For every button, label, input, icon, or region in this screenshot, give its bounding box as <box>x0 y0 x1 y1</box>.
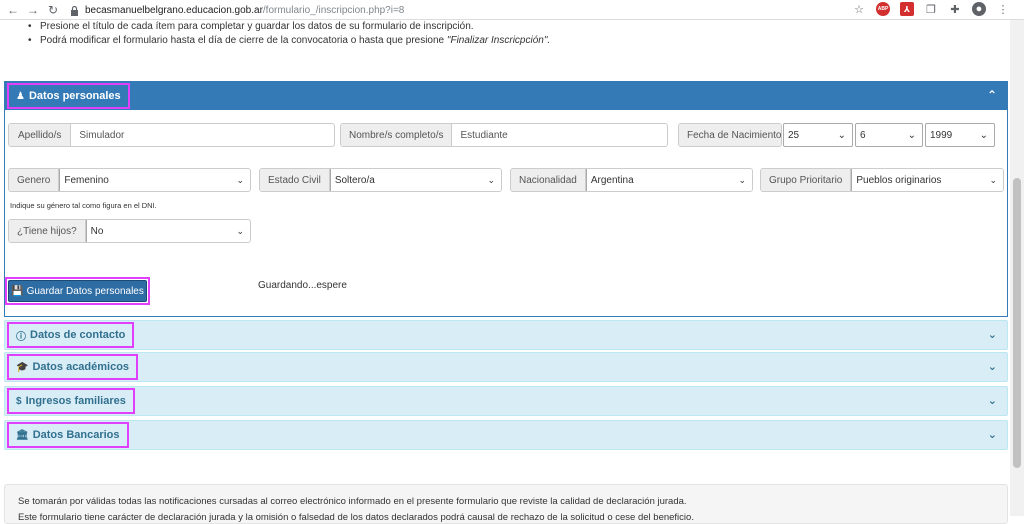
grupo-prioritario-group: Grupo Prioritario Pueblos originarios ⌄ <box>760 168 1004 192</box>
nacionalidad-label: Nacionalidad <box>511 169 586 191</box>
nombre-group: Nombre/s completo/s Estudiante <box>340 123 668 147</box>
money-icon: $ <box>16 395 22 407</box>
graduation-cap-icon: 🎓 <box>16 361 29 373</box>
chevron-down-icon: ⌄ <box>837 129 846 141</box>
panel-heading-datos-personales[interactable]: ♟ Datos personales ⌃ <box>5 82 1007 110</box>
finalize-emphasis: "Finalizar Inscricpción". <box>446 35 551 46</box>
apellido-input[interactable]: Simulador <box>71 124 334 146</box>
panel-datos-academicos[interactable]: 🎓 Datos académicos ⌄ <box>4 352 1008 382</box>
pdf-extension-icon[interactable]: ⅄ <box>900 2 914 16</box>
bank-icon: 🏛 <box>16 429 29 441</box>
page-scrollbar[interactable] <box>1010 20 1024 516</box>
adblock-icon[interactable]: ABP <box>876 2 890 16</box>
fecha-label: Fecha de Nacimiento <box>679 124 781 146</box>
copy-extension-icon[interactable]: ❐ <box>924 2 938 16</box>
hijos-select[interactable]: No ⌄ <box>85 220 250 242</box>
save-personal-button[interactable]: 💾 Guardar Datos personales <box>8 280 147 302</box>
panel-datos-personales: ♟ Datos personales ⌃ <box>4 81 1008 317</box>
scrollbar-thumb[interactable] <box>1013 178 1021 468</box>
panel-title-ingresos[interactable]: $ Ingresos familiares <box>7 388 135 414</box>
legal-notice-line: Se tomarán por válidas todas las notific… <box>18 496 687 507</box>
chevron-down-icon: ⌄ <box>907 129 916 141</box>
instruction-item: Presione el título de cada ítem para com… <box>28 20 968 34</box>
profile-avatar-icon[interactable]: ● <box>972 2 986 16</box>
nombre-label: Nombre/s completo/s <box>341 124 453 146</box>
extensions-puzzle-icon[interactable]: ✚ <box>948 2 962 16</box>
forward-icon[interactable]: → <box>26 3 40 17</box>
estado-civil-label: Estado Civil <box>260 169 330 191</box>
chevron-down-icon[interactable]: ⌄ <box>988 328 997 341</box>
panel-title[interactable]: ♟ Datos personales <box>7 83 130 109</box>
hijos-group: ¿Tiene hijos? No ⌄ <box>8 219 251 243</box>
birth-year-select[interactable]: 1999 ⌄ <box>925 123 995 147</box>
genero-label: Genero <box>9 169 60 191</box>
menu-kebab-icon[interactable]: ⋮ <box>996 2 1010 16</box>
fecha-group: Fecha de Nacimiento <box>678 123 782 147</box>
chevron-down-icon[interactable]: ⌄ <box>988 428 997 441</box>
floppy-disk-icon: 💾 <box>11 285 24 297</box>
birth-month-select[interactable]: 6 ⌄ <box>855 123 923 147</box>
save-button-highlight: 💾 Guardar Datos personales <box>5 277 150 305</box>
estado-civil-select[interactable]: Soltero/a ⌄ <box>329 169 501 191</box>
apellido-label: Apellido/s <box>9 124 72 146</box>
user-icon: ♟ <box>16 90 25 102</box>
estado-civil-group: Estado Civil Soltero/a ⌄ <box>259 168 502 192</box>
chevron-down-icon: ⌄ <box>989 174 997 185</box>
reload-icon[interactable]: ↻ <box>46 3 60 17</box>
legal-notice-line: Este formulario tiene carácter de declar… <box>18 512 694 523</box>
url-host: becasmanuelbelgrano.educacion.gob.ar <box>85 4 263 16</box>
grupo-prioritario-label: Grupo Prioritario <box>761 169 852 191</box>
genero-hint: Indique su género tal como figura en el … <box>10 201 157 210</box>
panel-datos-contacto[interactable]: ⓘ Datos de contacto ⌄ <box>4 320 1008 350</box>
chevron-down-icon: ⌄ <box>738 174 746 185</box>
back-icon[interactable]: ← <box>6 3 20 17</box>
chevron-down-icon: ⌄ <box>979 129 988 141</box>
instruction-item: Podrá modificar el formulario hasta el d… <box>28 34 968 48</box>
genero-select[interactable]: Femenino ⌄ <box>59 169 250 191</box>
bookmark-star-icon[interactable]: ☆ <box>852 2 866 16</box>
lock-icon <box>71 5 78 16</box>
info-circle-icon: ⓘ <box>16 331 26 343</box>
genero-group: Genero Femenino ⌄ <box>8 168 251 192</box>
nombre-input[interactable]: Estudiante <box>452 124 667 146</box>
chevron-down-icon: ⌄ <box>236 174 244 185</box>
chevron-down-icon[interactable]: ⌄ <box>988 394 997 407</box>
chevron-down-icon: ⌄ <box>487 174 495 185</box>
birth-day-select[interactable]: 25 ⌄ <box>783 123 853 147</box>
address-bar[interactable]: becasmanuelbelgrano.educacion.gob.ar /fo… <box>70 2 404 18</box>
nacionalidad-select[interactable]: Argentina ⌄ <box>585 169 752 191</box>
chevron-down-icon: ⌄ <box>236 225 244 236</box>
chevron-down-icon[interactable]: ⌄ <box>988 360 997 373</box>
nacionalidad-group: Nacionalidad Argentina ⌄ <box>510 168 753 192</box>
saving-status: Guardando...espere <box>258 280 347 291</box>
browser-toolbar: ← → ↻ becasmanuelbelgrano.educacion.gob.… <box>0 0 1024 20</box>
panel-datos-bancarios[interactable]: 🏛 Datos Bancarios ⌄ <box>4 420 1008 450</box>
instructions-list: Presione el título de cada ítem para com… <box>28 20 968 48</box>
grupo-prioritario-select[interactable]: Pueblos originarios ⌄ <box>851 169 1003 191</box>
hijos-label: ¿Tiene hijos? <box>9 220 86 242</box>
panel-title-bancarios[interactable]: 🏛 Datos Bancarios <box>7 422 129 448</box>
legal-notice: Se tomarán por válidas todas las notific… <box>4 484 1008 524</box>
apellido-group: Apellido/s Simulador <box>8 123 335 147</box>
url-path: /formulario_/inscripcion.php?i=8 <box>262 4 405 16</box>
chevron-up-icon[interactable]: ⌃ <box>987 88 997 102</box>
panel-ingresos-familiares[interactable]: $ Ingresos familiares ⌄ <box>4 386 1008 416</box>
panel-title-contacto[interactable]: ⓘ Datos de contacto <box>7 322 135 348</box>
panel-title-academicos[interactable]: 🎓 Datos académicos <box>7 354 139 380</box>
